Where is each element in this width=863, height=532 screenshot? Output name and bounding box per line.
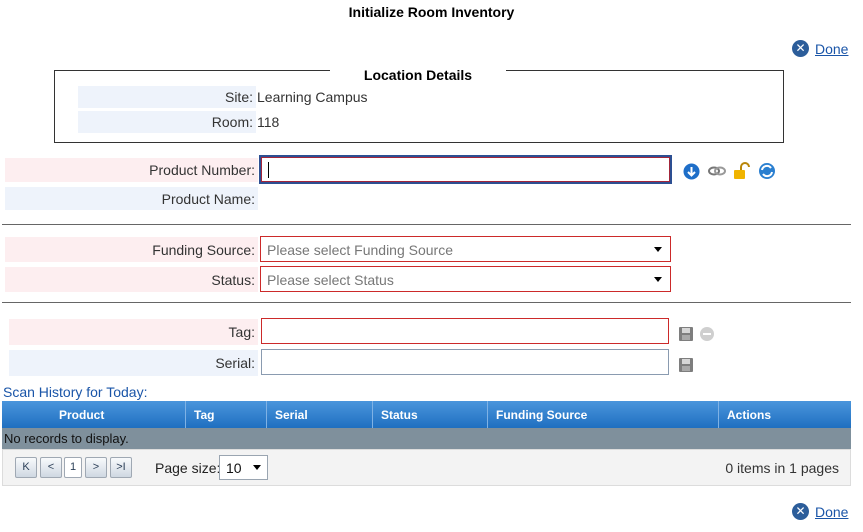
product-number-label: Product Number:: [149, 162, 255, 178]
done-link[interactable]: Done: [815, 41, 848, 57]
text-cursor: [268, 162, 269, 178]
product-name-label: Product Name:: [161, 190, 255, 207]
col-separator: [487, 401, 488, 428]
site-label-cell: Site:: [78, 86, 256, 108]
tag-label: Tag:: [228, 324, 255, 340]
page-size-label: Page size:: [155, 460, 221, 476]
page-title: Initialize Room Inventory: [348, 4, 515, 20]
done-top[interactable]: ✕ Done: [792, 40, 848, 57]
room-label: Room:: [211, 114, 253, 130]
col-funding-source[interactable]: Funding Source: [496, 408, 587, 422]
site-label: Site:: [224, 89, 253, 105]
items-summary: 0 items in 1 pages: [725, 460, 839, 476]
grid-header: Product Tag Serial Status Funding Source…: [2, 401, 851, 428]
last-page-button[interactable]: >I: [110, 457, 132, 478]
status-label-cell: Status:: [5, 267, 258, 292]
col-tag[interactable]: Tag: [194, 408, 214, 422]
save-icon[interactable]: [678, 357, 694, 373]
pages-count: 1: [789, 460, 797, 476]
link-icon[interactable]: [708, 164, 726, 178]
tag-input[interactable]: [261, 318, 669, 344]
unlock-icon[interactable]: [733, 162, 750, 180]
product-name-label-cell: Product Name:: [5, 187, 258, 210]
pager: K < 1 > >I Page size: 10 0 items in 1 pa…: [2, 449, 851, 486]
col-serial[interactable]: Serial: [275, 408, 308, 422]
col-product[interactable]: Product: [59, 408, 104, 422]
col-status[interactable]: Status: [381, 408, 418, 422]
scan-history-title: Scan History for Today:: [3, 384, 148, 400]
no-records-row: No records to display.: [2, 428, 851, 449]
page-number-button[interactable]: 1: [64, 457, 82, 478]
page-size-value: 10: [226, 460, 242, 476]
tag-label-cell: Tag:: [9, 319, 258, 345]
download-icon[interactable]: [683, 163, 700, 180]
close-icon[interactable]: ✕: [792, 40, 809, 57]
status-label: Status:: [211, 271, 255, 288]
col-separator: [185, 401, 186, 428]
divider: [2, 302, 851, 303]
items-text-1: items in: [733, 460, 790, 476]
next-page-button[interactable]: >: [85, 457, 107, 478]
prev-page-button[interactable]: <: [40, 457, 62, 478]
funding-source-label: Funding Source:: [152, 241, 255, 258]
site-value: Learning Campus: [257, 89, 368, 105]
col-separator: [718, 401, 719, 428]
caret-down-icon: [654, 277, 662, 282]
funding-source-placeholder: Please select Funding Source: [267, 242, 453, 258]
product-number-label-cell: Product Number:: [5, 158, 258, 182]
room-value: 118: [257, 114, 280, 130]
funding-source-label-cell: Funding Source:: [5, 237, 258, 262]
room-label-cell: Room:: [78, 111, 256, 133]
col-separator: [372, 401, 373, 428]
done-link[interactable]: Done: [815, 504, 848, 520]
caret-down-icon: [654, 247, 662, 252]
col-separator: [266, 401, 267, 428]
items-text-2: pages: [796, 460, 839, 476]
caret-down-icon: [253, 465, 261, 470]
serial-label: Serial:: [215, 355, 255, 371]
status-placeholder: Please select Status: [267, 272, 394, 288]
done-bottom[interactable]: ✕ Done: [792, 503, 848, 520]
status-select[interactable]: Please select Status: [260, 266, 671, 292]
save-icon[interactable]: [678, 326, 694, 342]
serial-label-cell: Serial:: [9, 350, 258, 376]
page-size-select[interactable]: 10: [219, 455, 268, 480]
first-page-button[interactable]: K: [15, 457, 37, 478]
serial-input[interactable]: [261, 349, 669, 375]
location-details-legend: Location Details: [330, 67, 506, 83]
refresh-icon[interactable]: [758, 162, 776, 180]
funding-source-select[interactable]: Please select Funding Source: [260, 236, 671, 262]
cancel-icon[interactable]: [699, 326, 715, 342]
divider: [2, 224, 851, 225]
product-number-input[interactable]: [259, 155, 672, 184]
col-actions: Actions: [727, 408, 772, 422]
close-icon[interactable]: ✕: [792, 503, 809, 520]
items-count: 0: [725, 460, 734, 476]
